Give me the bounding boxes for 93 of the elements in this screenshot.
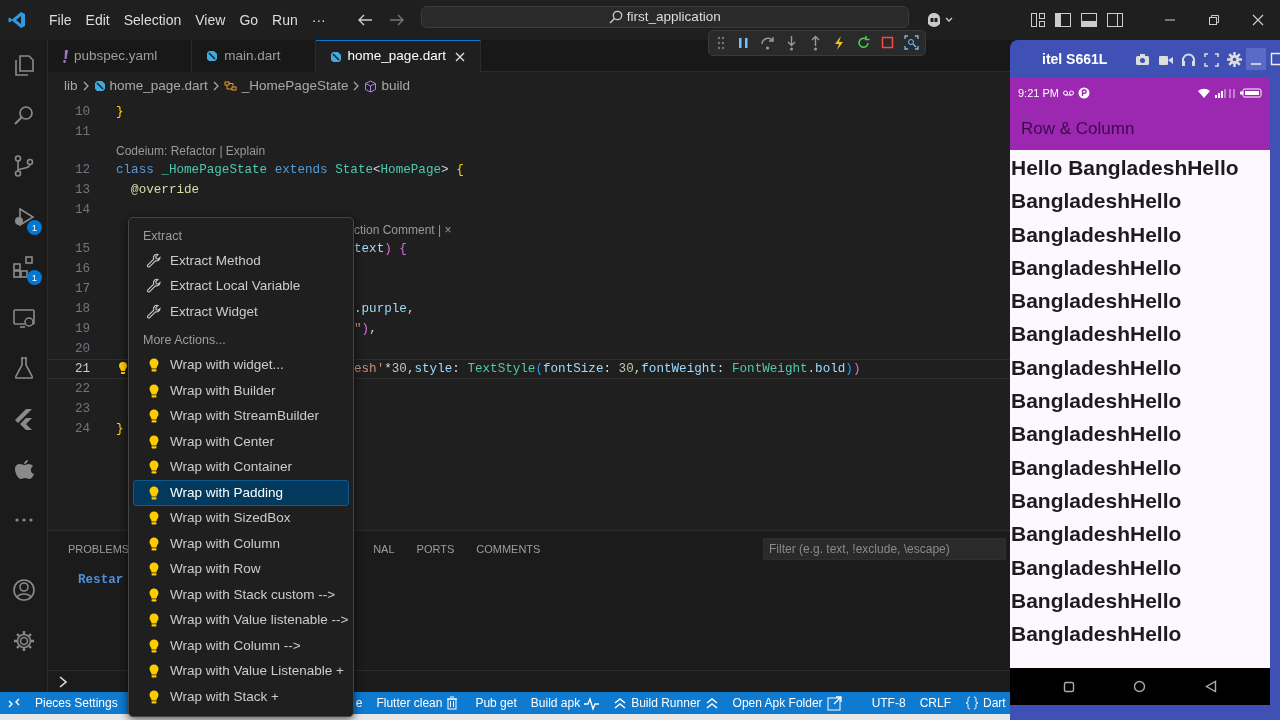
greeting-text: BangladeshHello [1010, 454, 1183, 481]
line-number: 14 [73, 202, 90, 220]
greeting-text: BangladeshHello [1010, 587, 1183, 614]
code-lens[interactable]: Codeium: Refactor | Explain [116, 144, 266, 159]
menu-item[interactable]: Wrap with Row [133, 556, 349, 582]
panel-tab[interactable]: PORTS [404, 540, 465, 558]
menu-item[interactable]: Selection [116, 9, 189, 31]
line-number: 23 [73, 400, 90, 418]
status-item[interactable]: CRLF [912, 692, 958, 714]
code-text: .purple, [354, 300, 415, 318]
search-box[interactable]: first_application [420, 6, 909, 28]
breadcrumb-item[interactable]: _HomePageState [241, 75, 349, 97]
line-number: 18 [73, 300, 90, 318]
menu-item[interactable]: Extract Method [133, 248, 349, 274]
menu-item[interactable]: Run [265, 9, 305, 31]
terminal-output: Restar [78, 572, 124, 587]
menu-section-header: Extract [143, 227, 182, 245]
line-number: 11 [73, 123, 90, 141]
status-item[interactable]: Pieces Settings [28, 692, 125, 714]
app-bar-title: Row & Column [1021, 118, 1135, 141]
menu-item[interactable]: Wrap with Stack + [133, 684, 349, 710]
menu-item[interactable]: Wrap with Builder [133, 378, 349, 404]
greeting-text: BangladeshHello [1010, 188, 1183, 215]
code-text: text) { [354, 240, 407, 258]
status-item[interactable]: Dart [957, 692, 1013, 714]
line-number: 16 [73, 260, 90, 278]
filter-field[interactable]: Filter (e.g. text, !exclude, \escape) [763, 537, 1006, 560]
line-number: 15 [73, 240, 90, 258]
menu-item[interactable]: Wrap with Padding [133, 480, 349, 506]
greeting-text: Hello BangladeshHello [1010, 155, 1240, 181]
code-text: "), [354, 320, 377, 338]
menu-item[interactable]: View [188, 9, 233, 31]
greeting-text: BangladeshHello [1010, 621, 1183, 648]
line-number: 22 [73, 380, 90, 398]
menu-item[interactable]: Wrap with StreamBuilder [133, 403, 349, 429]
status-item[interactable]: Open Apk Folder [725, 692, 849, 714]
status-item[interactable]: e [348, 692, 370, 714]
menu-item[interactable]: Wrap with Container [133, 454, 349, 480]
file-tab[interactable]: home_page.dart [315, 40, 481, 72]
code-text: class _HomePageState extends State<HomePage> { [116, 162, 464, 180]
line-number: 10 [73, 103, 90, 121]
breadcrumb-item[interactable]: home_page.dart [109, 75, 208, 97]
file-tab[interactable]: pubspec.yaml [48, 40, 193, 72]
greeting-text: BangladeshHello [1010, 254, 1183, 281]
menu-item[interactable]: Wrap with Center [133, 429, 349, 455]
menu-item[interactable]: Extract Local Variable [133, 273, 349, 299]
menu-item[interactable]: Extract Widget [133, 299, 349, 325]
code-text: } [116, 103, 124, 121]
panel-tab[interactable]: NAL [361, 540, 405, 558]
line-number: 19 [73, 320, 90, 338]
greeting-text: BangladeshHello [1010, 487, 1183, 514]
emulator-title: itel S661L [1042, 49, 1108, 69]
line-number: 24 [73, 420, 90, 438]
code-lens[interactable]: ction Comment | × [354, 222, 452, 237]
status-item[interactable]: Build apk [523, 692, 607, 714]
menu-item[interactable]: Wrap with Column --> [133, 633, 349, 659]
menu-item[interactable]: Wrap with Value Listenable + [133, 658, 349, 684]
greeting-text: BangladeshHello [1010, 521, 1183, 548]
line-number: 13 [73, 182, 90, 200]
status-item[interactable]: Flutter clean [369, 692, 469, 714]
status-item[interactable]: UTF-8 [864, 692, 913, 714]
code-text: esh'*30,style: TextStyle(fontSize: 30,fontWeight: FontWeight.bold)) [354, 360, 861, 378]
menu-item[interactable]: Wrap with widget... [133, 352, 349, 378]
greeting-text: BangladeshHello [1010, 288, 1183, 315]
panel-tab[interactable]: COMMENTS [464, 540, 551, 558]
breadcrumb-item[interactable]: build [381, 75, 410, 97]
line-number: 21 [73, 360, 90, 378]
file-tab[interactable]: main.dart [192, 40, 316, 72]
greeting-text: BangladeshHello [1010, 388, 1183, 415]
menu-item[interactable]: Wrap with SizedBox [133, 505, 349, 531]
menu-item[interactable]: Edit [78, 9, 117, 31]
menu-item[interactable]: File [42, 9, 79, 31]
line-number: 20 [73, 340, 90, 358]
status-item[interactable]: Build Runner [606, 692, 726, 714]
menu-item[interactable]: Wrap with Stack custom --> [133, 582, 349, 608]
greeting-text: BangladeshHello [1010, 354, 1183, 381]
status-time: 9:21 PM [1018, 85, 1059, 101]
code-text: } [116, 420, 124, 438]
line-number: 12 [73, 162, 90, 180]
menu-item[interactable]: Go [232, 9, 266, 31]
greeting-text: BangladeshHello [1010, 421, 1183, 448]
menu-section-header: More Actions... [143, 332, 226, 350]
more-menu[interactable]: ··· [304, 9, 333, 31]
count-badge: 1 [27, 270, 42, 285]
breadcrumb-item[interactable]: lib [64, 75, 78, 97]
line-number: 17 [73, 280, 90, 298]
greeting-text: BangladeshHello [1010, 321, 1183, 348]
menu-item[interactable]: Wrap with Value listenable --> [133, 607, 349, 633]
code-text: @override [130, 182, 200, 200]
status-item[interactable]: Pub get [468, 692, 524, 714]
greeting-text: BangladeshHello [1010, 221, 1183, 248]
greeting-text: BangladeshHello [1010, 554, 1183, 581]
count-badge: 1 [27, 219, 42, 235]
